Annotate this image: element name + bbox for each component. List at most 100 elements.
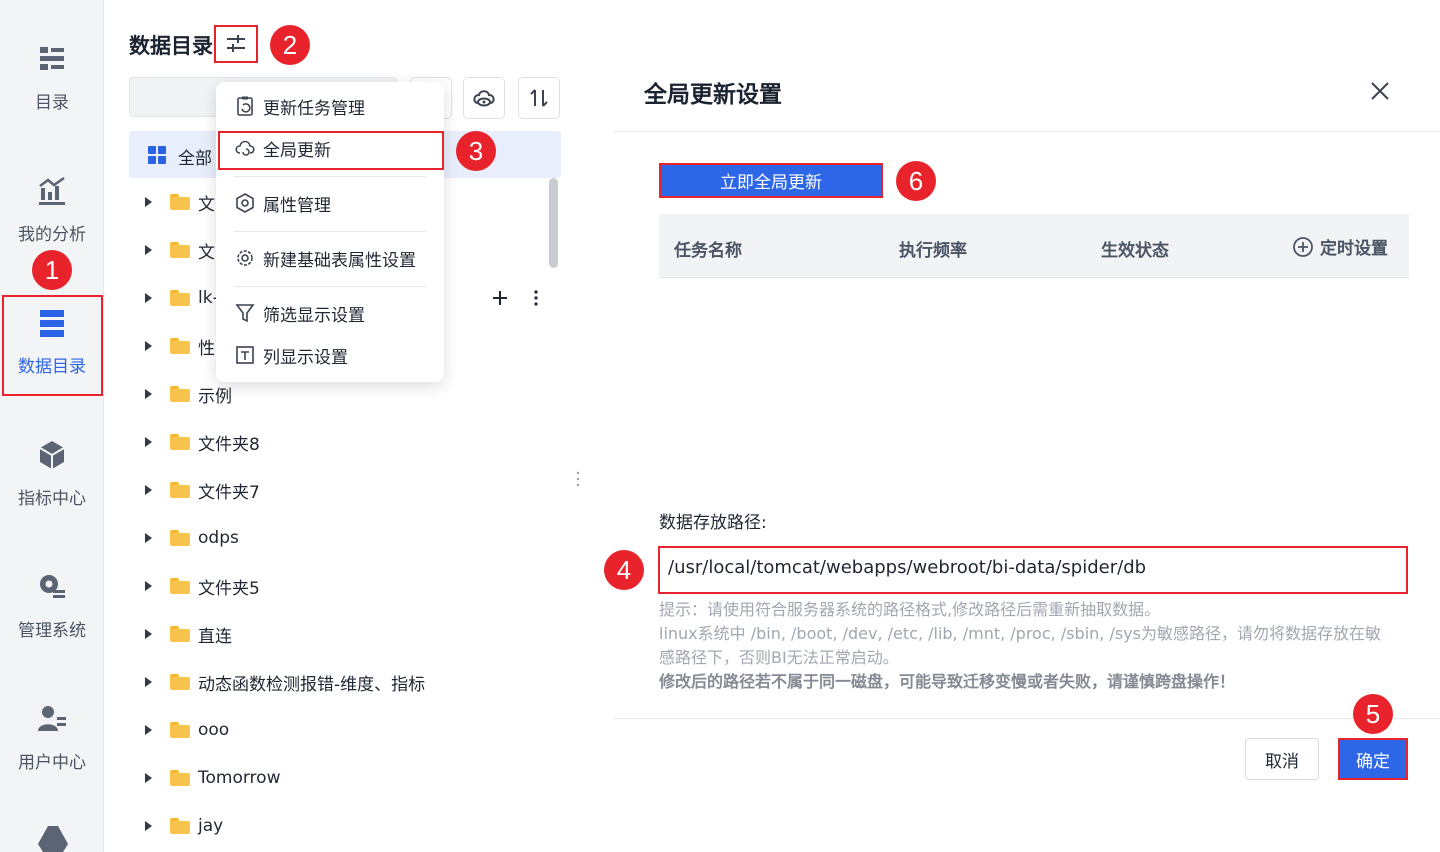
tree-row[interactable]: 文件夹8 [145, 430, 260, 455]
drive-icon[interactable] [36, 824, 70, 852]
tree-row-label: Tomorrow [198, 768, 281, 788]
add-icon[interactable] [492, 290, 508, 306]
tree-row[interactable]: 文件夹5 [145, 574, 260, 599]
highlight-frame-menu [218, 131, 444, 170]
folder-icon [170, 386, 190, 402]
sliders-icon [227, 35, 245, 52]
hint-text: 感路径下，否则BI无法正常启动。 [659, 648, 899, 667]
tree-row[interactable]: 文件夹7 [145, 478, 260, 503]
column-header: 生效状态 [1101, 241, 1169, 261]
caret-right-icon [145, 821, 152, 831]
nav-item-metrics[interactable]: 指标中心 [0, 438, 104, 509]
tree-row[interactable]: 文 [145, 190, 215, 215]
cloud-eye-icon [473, 90, 495, 107]
menu-item-attribute-manage[interactable]: 属性管理 [234, 190, 331, 216]
nav-item-admin[interactable]: 管理系统 [0, 570, 104, 641]
nav-label: 我的分析 [18, 225, 86, 245]
dialog-divider [614, 718, 1440, 719]
menu-item-label: 新建基础表属性设置 [263, 250, 416, 271]
add-circle-icon [1293, 236, 1313, 257]
scrollbar[interactable] [549, 178, 558, 268]
close-icon[interactable] [1367, 78, 1393, 104]
caret-right-icon [145, 677, 152, 687]
confirm-button[interactable]: 确定 [1338, 738, 1408, 780]
step-badge: 1 [32, 250, 72, 290]
column-header: 任务名称 [674, 241, 742, 261]
menu-item-update-task[interactable]: 更新任务管理 [234, 93, 365, 119]
user-icon [38, 706, 66, 731]
column-icon [236, 346, 254, 364]
resize-handle[interactable] [576, 471, 580, 487]
left-nav: 目录 我的分析 数据目录 指标中心 管理系统 用户中心 [0, 0, 104, 852]
caret-right-icon [145, 725, 152, 735]
admin-gear-icon [40, 575, 65, 598]
tree-row[interactable]: Tomorrow [145, 766, 280, 790]
tree-row[interactable]: jay [145, 814, 223, 838]
caret-right-icon [145, 437, 152, 447]
dialog-divider [614, 131, 1440, 132]
path-label: 数据存放路径: [659, 513, 767, 533]
tree-row[interactable]: 直连 [145, 622, 232, 647]
tree-row[interactable]: lk- [145, 286, 219, 310]
column-header: 执行频率 [899, 241, 967, 261]
nav-item-user-center[interactable]: 用户中心 [0, 702, 104, 773]
nav-item-my-analysis[interactable]: 我的分析 [0, 174, 104, 245]
grid-icon [148, 146, 166, 164]
tree-row[interactable]: 动态函数检测报错-维度、指标 [145, 670, 426, 695]
schedule-setting-button[interactable]: 定时设置 [1292, 234, 1388, 259]
menu-divider [234, 286, 426, 287]
highlight-frame-nav [2, 295, 103, 396]
menu-divider [234, 176, 426, 177]
nav-item-catalog[interactable]: 目录 [0, 42, 104, 113]
caret-right-icon [145, 197, 152, 207]
caret-right-icon [145, 581, 152, 591]
path-input[interactable]: /usr/local/tomcat/webapps/webroot/bi-dat… [658, 546, 1408, 594]
folder-icon [170, 578, 190, 594]
folder-icon [170, 434, 190, 450]
dialog-title: 全局更新设置 [644, 82, 782, 108]
folder-icon [170, 338, 190, 354]
tree-row-label: 文件夹7 [198, 482, 260, 503]
tree-row-label: 直连 [198, 626, 232, 647]
cancel-button[interactable]: 取消 [1245, 738, 1319, 780]
tree-row[interactable]: 性 [145, 334, 215, 359]
caret-right-icon [145, 533, 152, 543]
update-now-button[interactable]: 立即全局更新 [659, 163, 883, 198]
catalog-settings-menu: 更新任务管理 全局更新 属性管理 新建基础表属性设置 筛选显示设置 列显示设置 [216, 82, 444, 382]
tree-row[interactable]: odps [145, 526, 239, 550]
caret-right-icon [145, 773, 152, 783]
schedule-setting-label: 定时设置 [1320, 239, 1388, 259]
caret-right-icon [145, 245, 152, 255]
caret-right-icon [145, 341, 152, 351]
more-icon[interactable] [533, 290, 539, 306]
step-badge: 5 [1353, 694, 1393, 734]
menu-item-label: 筛选显示设置 [263, 305, 365, 326]
folder-icon [170, 242, 190, 258]
tree-row-label: ooo [198, 720, 230, 740]
nav-label: 用户中心 [18, 753, 86, 773]
step-badge: 6 [896, 161, 936, 201]
caret-right-icon [145, 485, 152, 495]
step-badge: 3 [456, 131, 496, 171]
tree-row[interactable]: ooo [145, 718, 229, 742]
folder-icon [170, 722, 190, 738]
analysis-chart-icon [39, 176, 65, 205]
tree-row-label: 示例 [198, 386, 232, 407]
tree-row[interactable]: 文 [145, 238, 215, 263]
view-toggle-button[interactable] [463, 77, 505, 119]
menu-item-column-display[interactable]: 列显示设置 [234, 342, 348, 368]
tree-row[interactable]: 示例 [145, 382, 232, 407]
nav-label: 管理系统 [18, 621, 86, 641]
tree-row-label: 动态函数检测报错-维度、指标 [198, 674, 426, 695]
sort-button[interactable] [518, 77, 560, 119]
catalog-settings-button[interactable] [214, 25, 258, 63]
menu-item-filter-display[interactable]: 筛选显示设置 [234, 300, 365, 326]
folder-icon [170, 290, 190, 306]
tree-row-label: 全部 [178, 149, 212, 169]
menu-item-base-table-attr[interactable]: 新建基础表属性设置 [234, 245, 416, 271]
menu-item-label: 更新任务管理 [263, 98, 365, 119]
step-badge: 2 [270, 25, 310, 65]
task-table-header: 任务名称 执行频率 生效状态 定时设置 [659, 214, 1409, 278]
hint-warning: 修改后的路径若不属于同一磁盘，可能导致迁移变慢或者失败，请谨慎跨盘操作！ [659, 672, 1236, 691]
caret-right-icon [145, 293, 152, 303]
